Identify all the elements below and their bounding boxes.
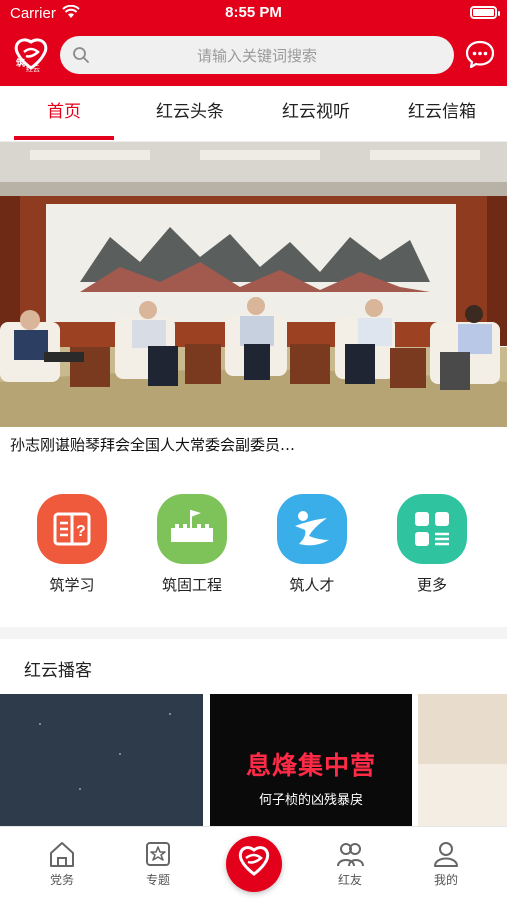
person-icon	[277, 494, 347, 564]
center-home-button[interactable]	[226, 836, 282, 892]
quick-link-more[interactable]: 更多	[392, 494, 472, 595]
nav-label: 专题	[145, 873, 170, 887]
quick-link-study[interactable]: ? 筑学习	[32, 494, 112, 595]
app-screen: Carrier 8:55 PM 筑 红云 请输入关键词搜索 首页 红云头条 红云…	[0, 0, 507, 900]
app-header: Carrier 8:55 PM 筑 红云 请输入关键词搜索	[0, 0, 507, 86]
nav-topics[interactable]: 专题	[128, 839, 188, 888]
active-tab-indicator	[14, 136, 114, 140]
podcast-card[interactable]: 息烽集中营 何子桢的凶残暴戾	[210, 694, 412, 826]
tab-home[interactable]: 首页	[14, 86, 114, 142]
svg-text:筑: 筑	[16, 57, 25, 69]
search-input[interactable]: 请输入关键词搜索	[60, 36, 454, 74]
nav-label: 党务	[49, 873, 74, 887]
podcast-card-subtitle: 何子桢的凶残暴戾	[258, 793, 363, 808]
svg-text:?: ?	[76, 523, 86, 540]
quick-link-consolidate[interactable]: 筑固工程	[152, 494, 232, 595]
nav-friends[interactable]: 红友	[320, 839, 380, 888]
quick-link-label: 筑学习	[49, 576, 95, 594]
nav-party-affairs[interactable]: 党务	[32, 839, 92, 888]
news-banner-image[interactable]	[0, 142, 507, 427]
tab-audiovisual[interactable]: 红云视听	[266, 86, 366, 142]
message-icon[interactable]	[464, 38, 496, 70]
nav-label: 红友	[337, 873, 362, 887]
status-bar: Carrier 8:55 PM	[0, 0, 507, 28]
friends-icon	[337, 843, 364, 867]
podcast-card[interactable]	[0, 694, 203, 826]
banner-headline[interactable]: 孙志刚谌贻琴拜会全国人大常委会副委员…	[10, 434, 500, 455]
logo-caption: 红云	[26, 65, 40, 73]
search-placeholder: 请输入关键词搜索	[196, 47, 317, 65]
home-icon	[50, 842, 74, 867]
podcast-section-title: 红云播客	[24, 661, 92, 681]
nav-label: 我的	[433, 873, 458, 887]
section-divider	[0, 627, 507, 639]
tab-mailbox[interactable]: 红云信箱	[392, 86, 492, 142]
quick-link-label: 更多	[416, 576, 447, 594]
podcast-card-title: 息烽集中营	[245, 751, 376, 780]
star-box-icon	[146, 842, 170, 866]
hongyun-logo-icon	[238, 846, 270, 876]
quick-link-label: 筑人才	[289, 576, 335, 594]
great-wall-icon	[157, 494, 227, 564]
status-time: 8:55 PM	[225, 4, 282, 21]
quick-link-label: 筑固工程	[161, 576, 222, 594]
grid-more-icon	[397, 494, 467, 564]
nav-mine[interactable]: 我的	[416, 839, 476, 888]
battery-icon	[470, 6, 500, 19]
tab-headlines[interactable]: 红云头条	[140, 86, 240, 142]
podcast-card[interactable]	[418, 694, 507, 826]
user-icon	[434, 842, 458, 867]
channel-tabs: 首页 红云头条 红云视听 红云信箱	[0, 86, 507, 142]
quick-link-talent[interactable]: 筑人才	[272, 494, 352, 595]
book-question-icon: ?	[37, 494, 107, 564]
